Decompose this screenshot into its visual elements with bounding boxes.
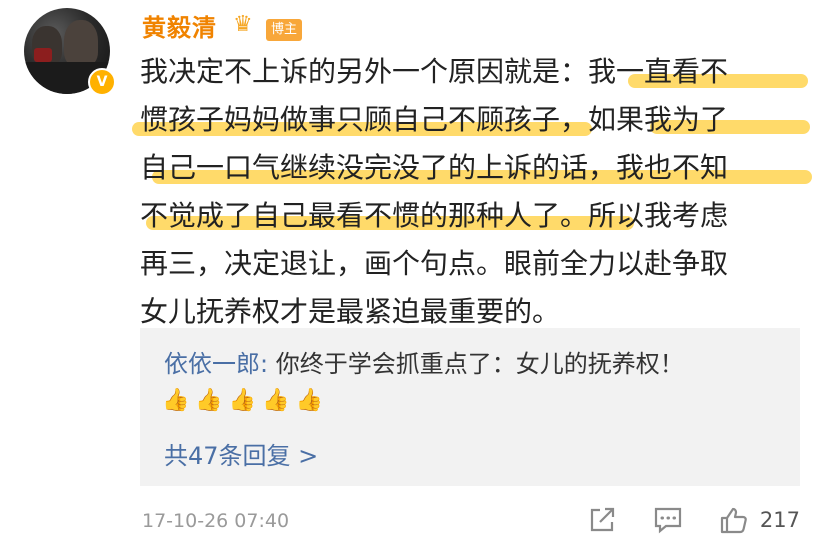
post-line: 自己一口气继续没完没了的上诉的话，我也不知 xyxy=(140,144,812,192)
like-count: 217 xyxy=(759,508,800,532)
post-line: 再三，决定退让，画个句点。眼前全力以赴争取 xyxy=(140,247,729,280)
like-icon[interactable] xyxy=(718,504,750,536)
action-bar: 217 xyxy=(586,504,800,536)
comment-icon[interactable] xyxy=(652,504,684,536)
reply-separator: : xyxy=(260,350,276,378)
post-content: 我决定不上诉的另外一个原因就是：我一直看不 惯孩子妈妈做事只顾自己不顾孩子，如果… xyxy=(132,48,812,336)
thumbs-up-emojis: 👍👍👍👍👍 xyxy=(162,388,329,413)
post-line: 惯孩子妈妈做事只顾自己不顾孩子，如果我为了 xyxy=(132,96,812,144)
reply-box[interactable]: 依依一郎: 你终于学会抓重点了：女儿的抚养权！ 👍👍👍👍👍 共47条回复 > xyxy=(140,328,800,486)
more-replies-link[interactable]: 共47条回复 > xyxy=(164,436,318,471)
post-line: 我决定不上诉的另外一个原因就是：我一直看不 xyxy=(140,48,812,96)
post-timestamp: 17-10-26 07:40 xyxy=(142,510,290,532)
reply-text: 你终于学会抓重点了：女儿的抚养权！ xyxy=(275,350,684,378)
author-name[interactable]: 黄毅清 xyxy=(142,8,217,43)
share-icon[interactable] xyxy=(586,504,618,536)
crown-icon: ♛ xyxy=(233,12,253,37)
reply-line: 依依一郎: 你终于学会抓重点了：女儿的抚养权！ xyxy=(164,344,684,379)
author-tag: 博主 xyxy=(266,19,303,41)
post-line: 不觉成了自己最看不惯的那种人了。所以我考虑 xyxy=(140,199,729,232)
reply-user-link[interactable]: 依依一郎 xyxy=(164,350,260,378)
verified-badge-icon: V xyxy=(88,68,116,96)
